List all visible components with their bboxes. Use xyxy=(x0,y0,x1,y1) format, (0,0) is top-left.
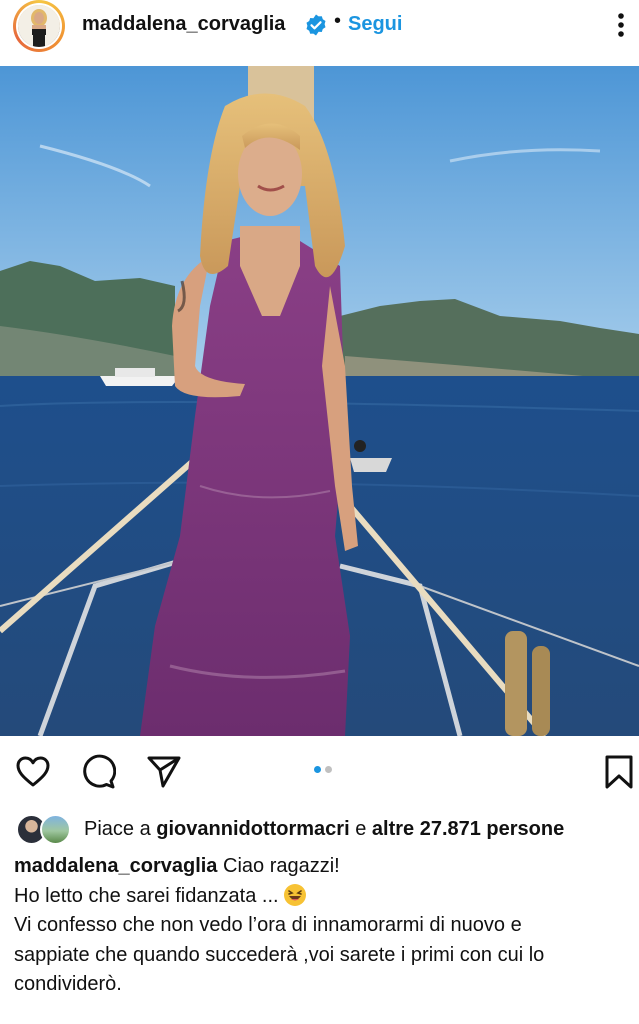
likes-row: Piace a giovannidottormacri e altre 27.8… xyxy=(16,814,636,846)
carousel-dot xyxy=(325,766,332,773)
liker-avatar xyxy=(40,814,71,845)
caption-line: condividerò. xyxy=(14,973,122,995)
verified-badge-icon xyxy=(306,14,326,36)
post-author-username[interactable]: maddalena_corvaglia xyxy=(82,13,285,36)
caption-username[interactable]: maddalena_corvaglia xyxy=(14,855,217,877)
carousel-dot-active xyxy=(314,766,321,773)
liker-username[interactable]: giovannidottormacri xyxy=(156,818,349,840)
grinning-squinting-emoji-icon xyxy=(284,883,307,906)
follow-button[interactable]: Segui xyxy=(348,13,402,36)
caption-line: Vi confesso che non vedo l’ora di innamo… xyxy=(14,914,522,936)
likes-summary[interactable]: Piace a giovannidottormacri e altre 27.8… xyxy=(84,818,564,841)
caption-line: Ciao ragazzi! xyxy=(223,855,340,877)
post-photo[interactable] xyxy=(0,66,639,736)
send-icon[interactable] xyxy=(146,754,182,790)
caption-line: sappiate che quando succederà ,voi saret… xyxy=(14,943,545,966)
comment-icon[interactable] xyxy=(80,754,116,790)
likes-count[interactable]: altre 27.871 persone xyxy=(372,818,564,840)
profile-avatar[interactable] xyxy=(9,0,69,52)
bookmark-icon[interactable] xyxy=(601,754,637,790)
separator-dot: • xyxy=(334,10,342,32)
post-caption: maddalena_corvaglia Ciao ragazzi! Ho let… xyxy=(14,852,626,1000)
post-header: maddalena_corvaglia • Segui xyxy=(0,0,639,52)
likes-joiner: e xyxy=(355,818,367,840)
caption-line: Ho letto che sarei fidanzata ... xyxy=(14,884,279,907)
liker-avatars[interactable] xyxy=(16,814,76,846)
carousel-indicator xyxy=(314,766,332,773)
avatar-photo xyxy=(18,5,60,47)
more-vertical-icon[interactable] xyxy=(606,8,636,42)
likes-prefix: Piace a xyxy=(84,818,151,840)
heart-icon[interactable] xyxy=(15,754,51,790)
